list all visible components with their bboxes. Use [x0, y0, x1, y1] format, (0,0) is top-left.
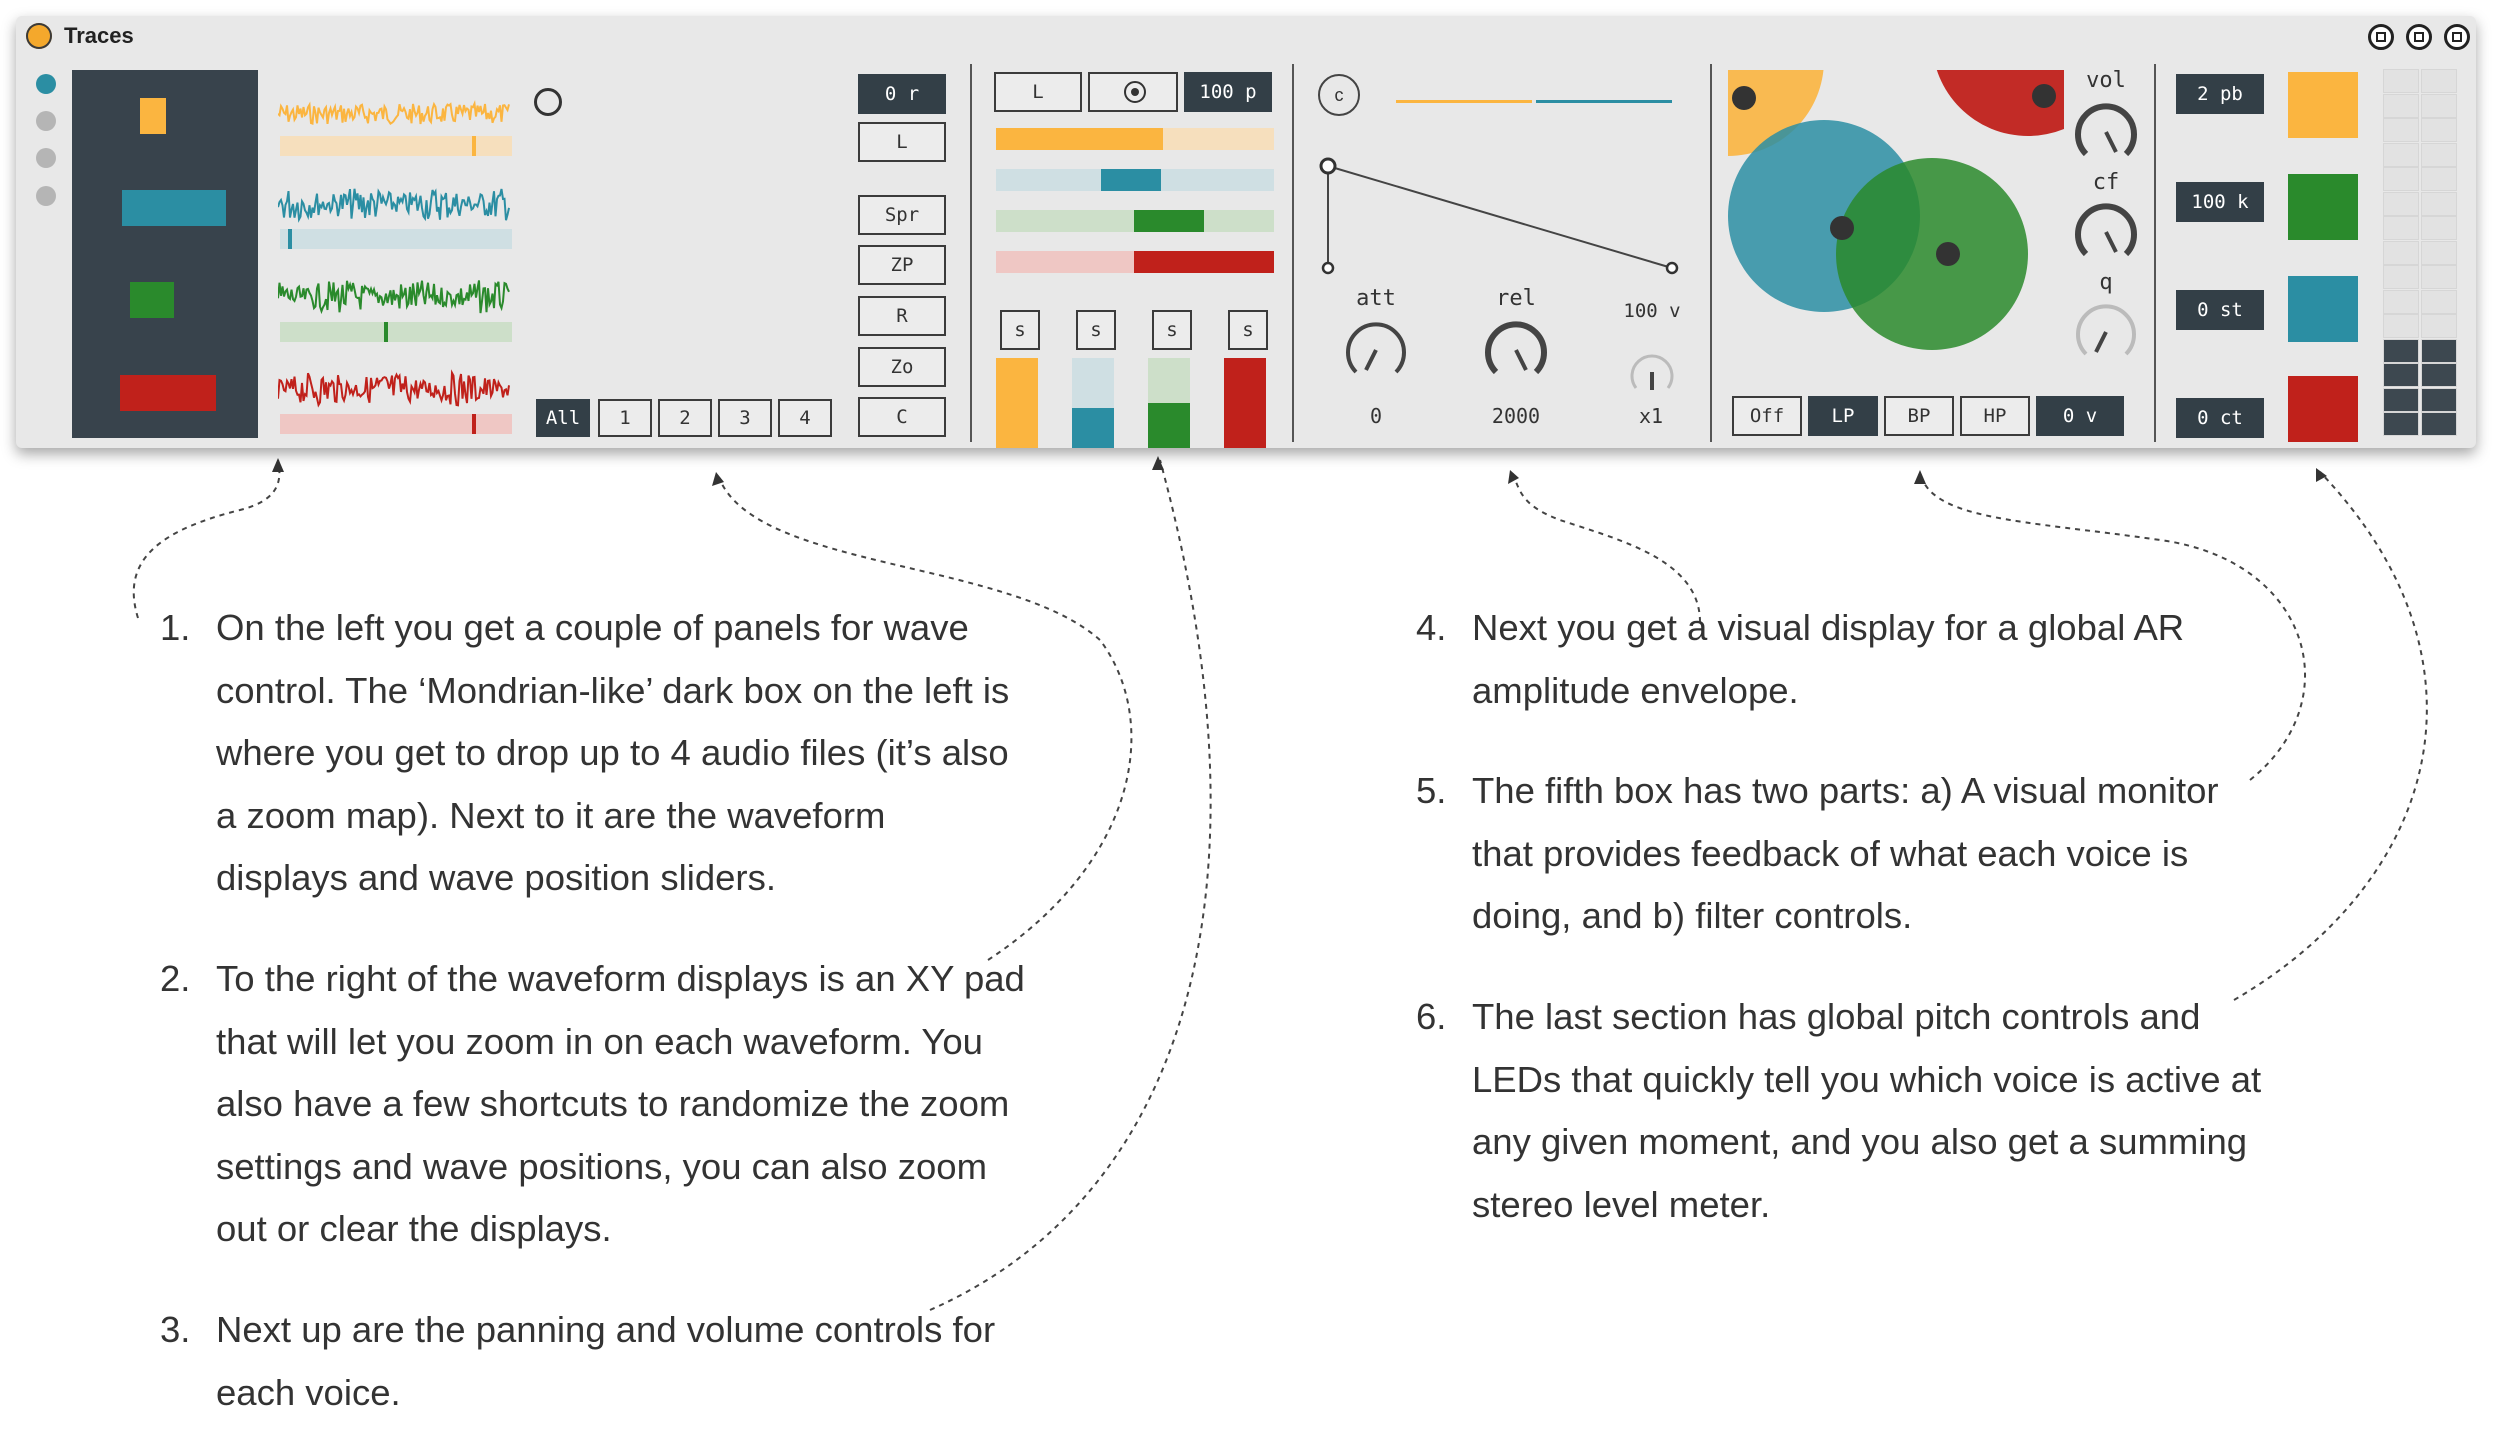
note-6: 6. The last section has global pitch con…: [1416, 986, 2376, 1246]
note-line: also have a few shortcuts to randomize t…: [216, 1083, 1010, 1124]
note-line: The last section has global pitch contro…: [1472, 996, 2201, 1037]
note-line: On the left you get a couple of panels f…: [216, 607, 969, 648]
note-6-number: 6.: [1416, 996, 1447, 1037]
note-line: Next you get a visual display for a glob…: [1472, 607, 2185, 648]
note-line: LEDs that quickly tell you which voice i…: [1472, 1058, 2262, 1100]
note-line: amplitude envelope.: [1472, 669, 1799, 711]
note-4: 4. Next you get a visual display for a g…: [1416, 597, 2376, 727]
note-line: control. The ‘Mondrian-like’ dark box on…: [216, 669, 1010, 711]
note-3-number: 3.: [160, 1309, 191, 1350]
note-1: 1. On the left you get a couple of panel…: [160, 597, 1120, 917]
note-line: out or clear the displays.: [216, 1208, 612, 1249]
note-line: The fifth box has two parts: a) A visual…: [1472, 770, 2219, 811]
note-4-number: 4.: [1416, 607, 1447, 648]
note-line: doing, and b) filter controls.: [1472, 895, 1913, 936]
note-line: stereo level meter.: [1472, 1183, 1771, 1225]
note-3: 3. Next up are the panning and volume co…: [160, 1299, 1120, 1429]
note-2: 2. To the right of the waveform displays…: [160, 948, 1120, 1268]
note-5: 5. The fifth box has two parts: a) A vis…: [1416, 760, 2376, 950]
note-1-number: 1.: [160, 607, 191, 648]
note-line: To the right of the waveform displays is…: [216, 958, 1025, 999]
note-line: each voice.: [216, 1371, 401, 1413]
note-line: Next up are the panning and volume contr…: [216, 1309, 996, 1350]
note-5-number: 5.: [1416, 770, 1447, 811]
note-line: where you get to drop up to 4 audio file…: [216, 732, 1009, 773]
note-line: displays and wave position sliders.: [216, 857, 776, 898]
note-line: that will let you zoom in on each wavefo…: [216, 1020, 983, 1062]
note-line: settings and wave positions, you can als…: [216, 1145, 987, 1187]
note-2-number: 2.: [160, 958, 191, 999]
note-line: any given moment, and you also get a sum…: [1472, 1121, 2248, 1162]
note-line: a zoom map). Next to it are the waveform: [216, 794, 886, 836]
note-line: that provides feedback of what each voic…: [1472, 832, 2189, 874]
